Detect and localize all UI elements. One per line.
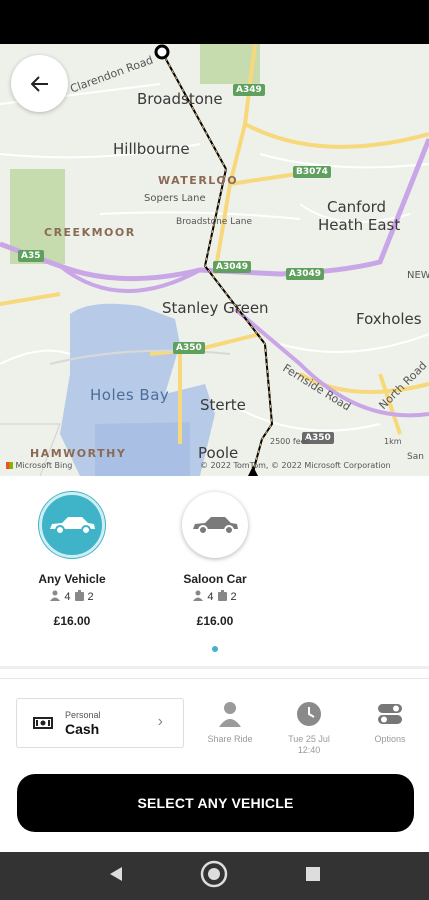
luggage-icon <box>217 590 227 604</box>
map-label-hillbourne: Hillbourne <box>113 140 190 158</box>
road-badge-a349: A349 <box>233 84 265 96</box>
payment-label: Personal <box>65 709 101 720</box>
vehicle-capacity: 4 2 <box>17 590 127 604</box>
chevron-right-icon: › <box>157 713 163 730</box>
map-label-broadstone: Broadstone <box>137 90 223 108</box>
map-label-hamworthy: HAMWORTHY <box>30 447 127 460</box>
options-label: Options <box>374 734 406 744</box>
road-badge-b3074: B3074 <box>293 166 331 178</box>
map-scale-km: 1km <box>384 437 402 446</box>
microsoft-logo-icon <box>6 462 13 469</box>
select-vehicle-button[interactable]: SELECT ANY VEHICLE <box>17 774 414 832</box>
person-icon <box>195 700 265 728</box>
luggage-count: 2 <box>87 591 94 603</box>
map-label-heath-east: Heath East <box>318 216 401 234</box>
map-copyright: © 2022 TomTom, © 2022 Microsoft Corporat… <box>200 461 391 470</box>
status-bar <box>0 0 429 44</box>
map-label-sopers-lane: Sopers Lane <box>144 193 206 204</box>
vehicle-name: Any Vehicle <box>38 572 106 586</box>
android-nav-bar <box>0 852 429 900</box>
pickup-time-button[interactable]: Tue 25 Jul 12:40 <box>274 700 344 756</box>
clock-icon <box>274 700 344 728</box>
divider <box>0 666 429 669</box>
map-label-creekmoor: CREEKMOOR <box>44 226 136 239</box>
luggage-icon <box>74 590 84 604</box>
car-icon <box>193 517 238 535</box>
nav-home-icon[interactable] <box>200 860 228 893</box>
map-label-poole: Poole <box>198 444 239 462</box>
page-indicator-dot <box>212 646 218 652</box>
map-label-sterte: Sterte <box>200 396 246 414</box>
share-ride-label: Share Ride <box>207 734 253 744</box>
vehicle-price: £16.00 <box>53 614 91 628</box>
pickup-time-label: Tue 25 Jul 12:40 <box>274 734 344 756</box>
toggle-options-icon <box>355 700 425 728</box>
map-label-stanley-green: Stanley Green <box>162 299 269 317</box>
booking-options-row: Personal Cash › Share Ride Tue 25 Jul 12… <box>0 690 429 760</box>
map-label-holes-bay: Holes Bay <box>90 386 170 404</box>
map-label-new: NEW <box>407 270 429 281</box>
road-badge-a350: A350 <box>173 342 205 354</box>
vehicle-option-saloon[interactable]: Saloon Car 4 2 £16.00 <box>160 492 270 628</box>
passenger-count: 4 <box>207 591 214 603</box>
map-label-waterloo: WATERLOO <box>158 174 239 187</box>
payment-value: Cash <box>65 720 100 737</box>
back-button[interactable] <box>11 55 68 112</box>
vehicle-icon-circle[interactable] <box>182 492 248 558</box>
vehicle-price: £16.00 <box>196 614 234 628</box>
nav-recents-icon[interactable] <box>306 866 321 886</box>
map-view[interactable]: Clarendon Road Broadstone A349 Hillbourn… <box>0 44 429 476</box>
road-badge-a35: A35 <box>18 250 44 262</box>
passenger-count: 4 <box>64 591 71 603</box>
vehicle-name: Saloon Car <box>183 572 247 586</box>
road-badge-a3049-east: A3049 <box>286 268 325 280</box>
cash-icon <box>33 717 53 729</box>
map-attribution-text: Microsoft Bing <box>15 461 73 470</box>
map-scale-feet: 2500 feet <box>270 437 309 446</box>
vehicle-option-any[interactable]: Any Vehicle 4 2 £16.00 <box>17 492 127 628</box>
share-ride-button[interactable]: Share Ride <box>195 700 265 745</box>
payment-text: Personal Cash <box>65 710 101 737</box>
luggage-count: 2 <box>230 591 237 603</box>
map-attribution: Microsoft Bing <box>6 461 72 470</box>
map-label-san: San <box>407 452 424 462</box>
map-label-broadstone-lane: Broadstone Lane <box>176 217 253 227</box>
passenger-icon <box>193 590 204 604</box>
arrow-left-icon <box>30 75 48 92</box>
map-label-foxholes: Foxholes <box>356 310 422 328</box>
car-icon <box>50 517 95 535</box>
vehicle-capacity: 4 2 <box>160 590 270 604</box>
map-label-canford: Canford <box>327 198 387 216</box>
options-button[interactable]: Options <box>355 700 425 745</box>
pickup-date: Tue 25 Jul <box>288 734 330 744</box>
pickup-time: 12:40 <box>297 745 321 755</box>
vehicle-icon-circle[interactable] <box>39 492 105 558</box>
vehicle-selector: Any Vehicle 4 2 £16.00 Saloon Car 4 2 £1… <box>0 476 429 666</box>
passenger-icon <box>50 590 61 604</box>
payment-method-selector[interactable]: Personal Cash › <box>16 698 184 748</box>
nav-back-icon[interactable] <box>109 866 123 887</box>
road-badge-a3049-west: A3049 <box>213 261 252 273</box>
divider <box>0 678 429 679</box>
